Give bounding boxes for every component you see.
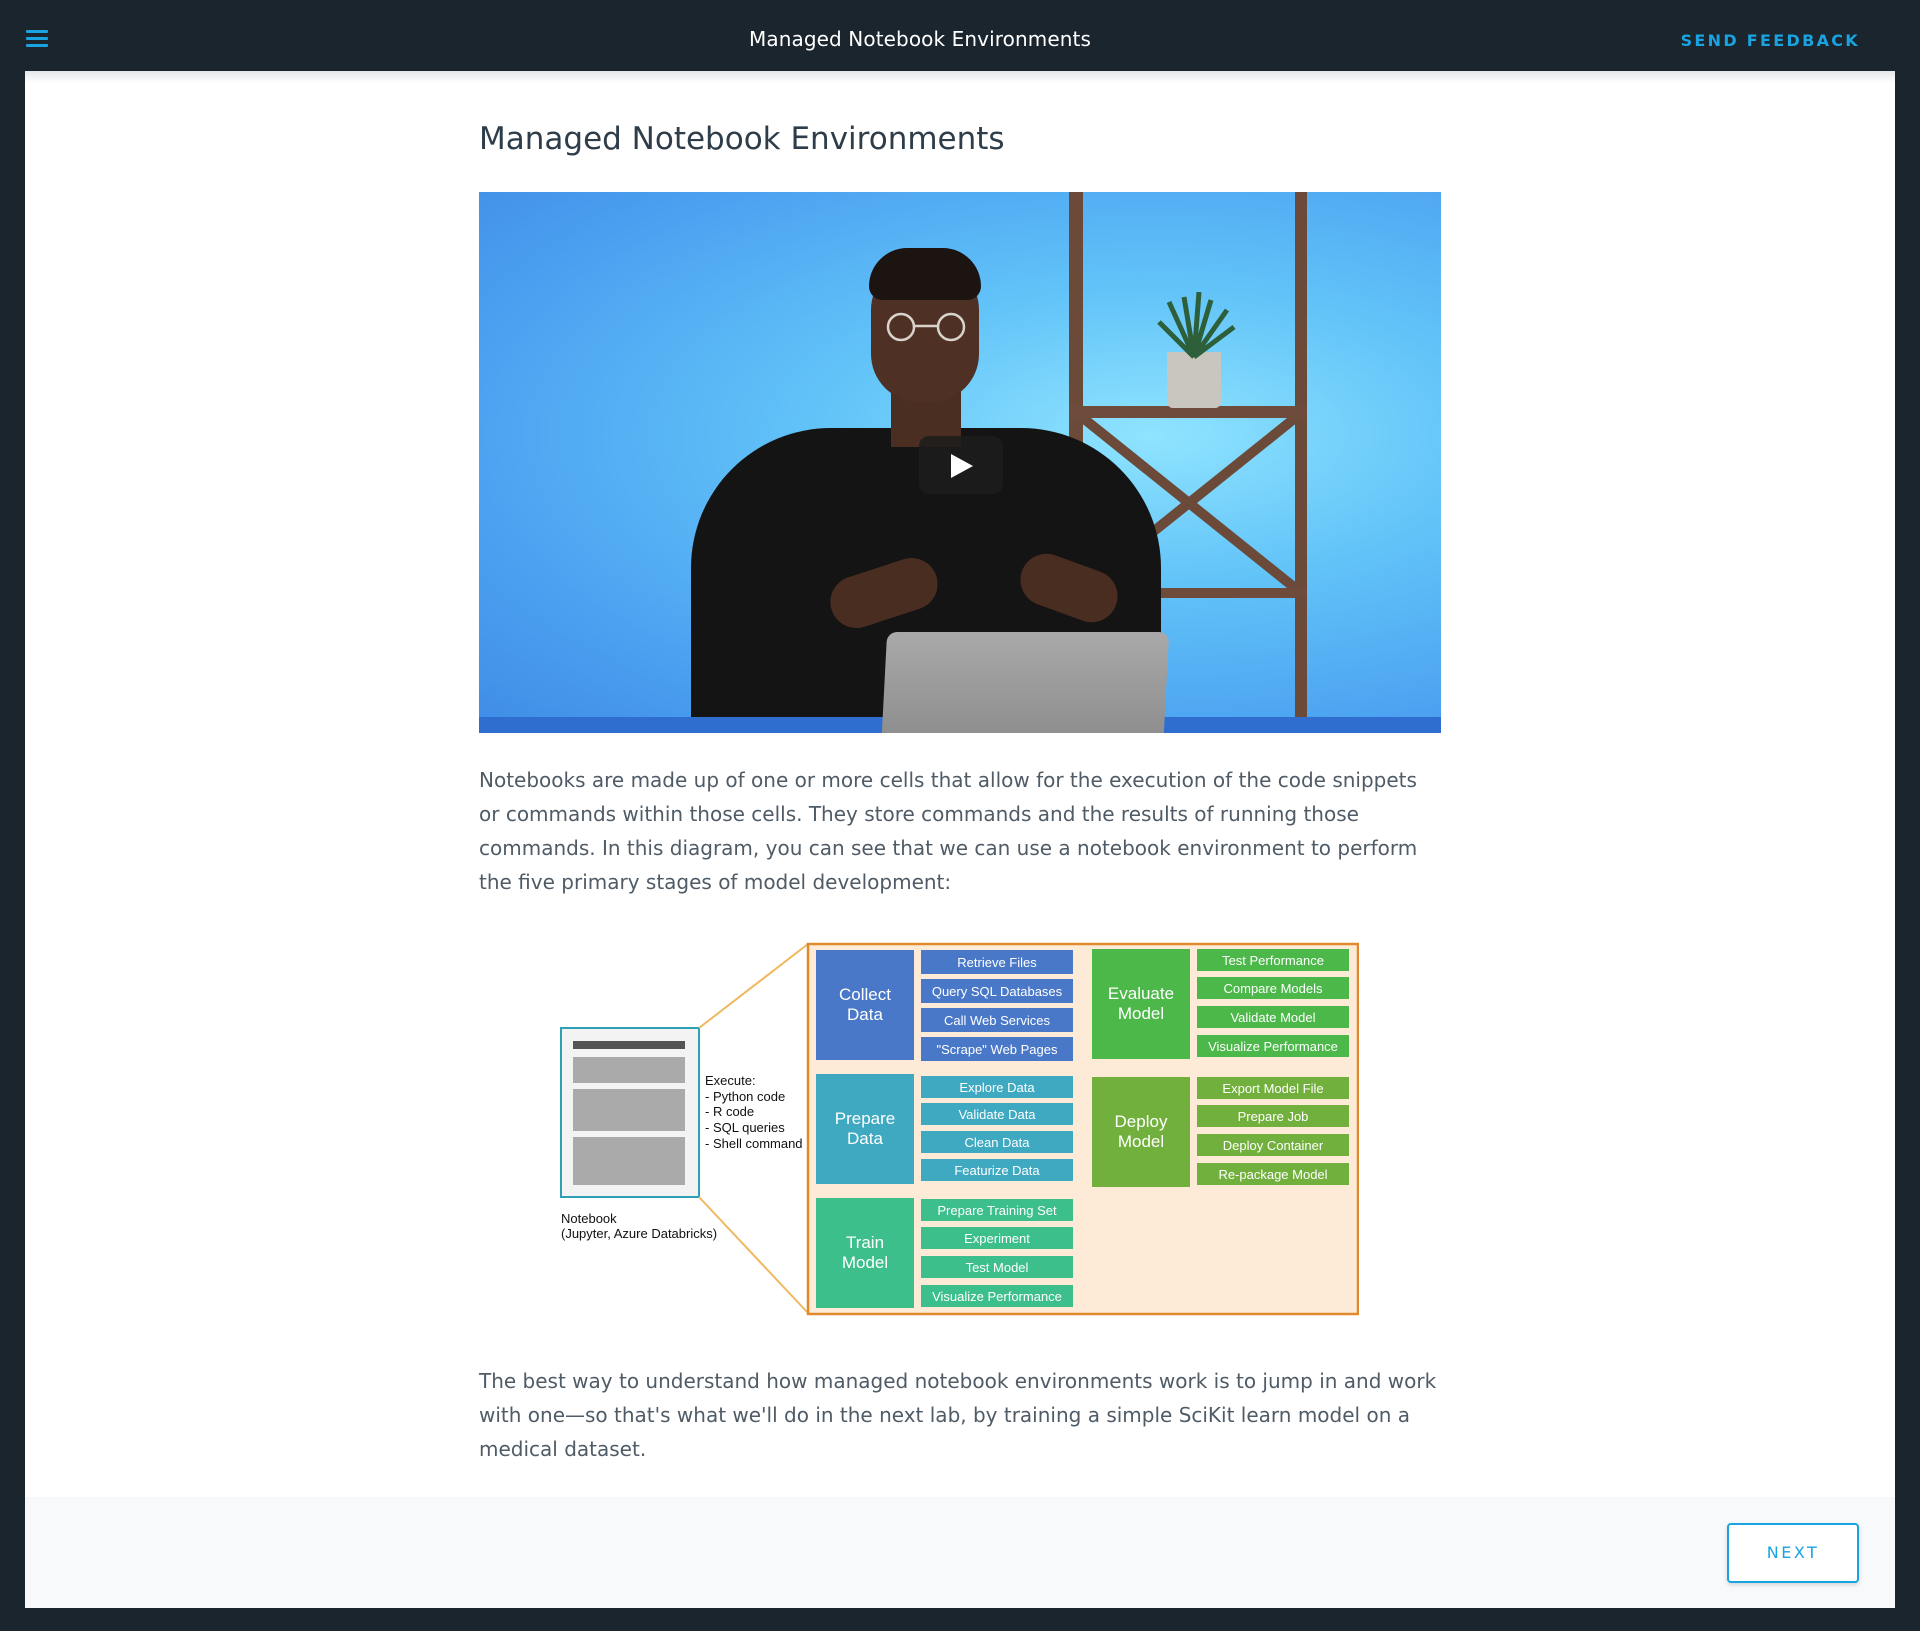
play-button[interactable]: [919, 436, 1003, 494]
svg-text:Evaluate: Evaluate: [1108, 984, 1174, 1003]
header-title: Managed Notebook Environments: [749, 27, 1091, 51]
task-label: Prepare Training Set: [937, 1203, 1057, 1218]
execute-item: - SQL queries: [705, 1120, 785, 1135]
svg-text:Data: Data: [847, 1129, 883, 1148]
content-card: Managed Notebook Environments Notebooks …: [25, 71, 1895, 1497]
svg-text:Model: Model: [842, 1253, 888, 1272]
send-feedback-link[interactable]: SEND FEEDBACK: [1681, 31, 1860, 50]
task-label: Validate Data: [958, 1107, 1036, 1122]
top-navigation-bar: Managed Notebook Environments SEND FEEDB…: [0, 0, 1920, 71]
svg-text:Collect: Collect: [839, 985, 891, 1004]
execute-item: - R code: [705, 1104, 754, 1119]
closing-paragraph: The best way to understand how managed n…: [479, 1369, 1437, 1461]
task-label: Explore Data: [959, 1080, 1035, 1095]
task-label: Experiment: [964, 1231, 1030, 1246]
video-player[interactable]: [479, 192, 1441, 733]
task-label: Query SQL Databases: [932, 984, 1063, 999]
task-label: Test Performance: [1222, 953, 1324, 968]
notebook-label-sub: (Jupyter, Azure Databricks): [561, 1226, 717, 1241]
task-label: Featurize Data: [954, 1163, 1040, 1178]
task-label: Visualize Performance: [1208, 1039, 1338, 1054]
notebook-label: Notebook: [561, 1211, 617, 1226]
execute-item: - Shell command: [705, 1136, 803, 1151]
execute-item: - Python code: [705, 1089, 785, 1104]
svg-text:Train: Train: [846, 1233, 884, 1252]
task-label: Validate Model: [1230, 1010, 1315, 1025]
svg-text:Deploy: Deploy: [1115, 1112, 1168, 1131]
task-label: Prepare Job: [1238, 1109, 1309, 1124]
task-label: Clean Data: [964, 1135, 1030, 1150]
notebook-stages-diagram: Notebook (Jupyter, Azure Databricks) Exe…: [560, 942, 1359, 1316]
task-label: "Scrape" Web Pages: [937, 1042, 1058, 1057]
task-label: Export Model File: [1222, 1081, 1323, 1096]
svg-text:Model: Model: [1118, 1004, 1164, 1023]
task-label: Visualize Performance: [932, 1289, 1062, 1304]
page-title: Managed Notebook Environments: [479, 121, 1005, 157]
lesson-footer: NEXT: [25, 1497, 1895, 1608]
task-label: Deploy Container: [1223, 1138, 1324, 1153]
svg-text:Model: Model: [1118, 1132, 1164, 1151]
task-label: Retrieve Files: [957, 955, 1037, 970]
play-icon: [951, 454, 973, 478]
intro-paragraph: Notebooks are made up of one or more cel…: [479, 768, 1418, 894]
task-label: Call Web Services: [944, 1013, 1050, 1028]
next-button[interactable]: NEXT: [1727, 1523, 1859, 1583]
svg-text:Data: Data: [847, 1005, 883, 1024]
task-label: Compare Models: [1224, 981, 1323, 996]
execute-title: Execute:: [705, 1073, 756, 1088]
task-label: Test Model: [966, 1260, 1029, 1275]
task-label: Re-package Model: [1218, 1167, 1327, 1182]
svg-text:Prepare: Prepare: [835, 1109, 895, 1128]
